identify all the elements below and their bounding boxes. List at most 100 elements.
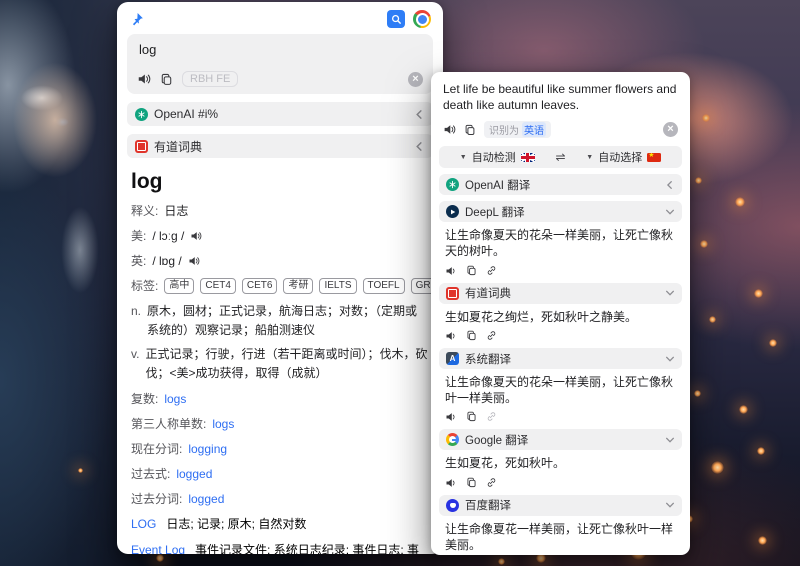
translation-window: Let life be beautiful like summer flower… <box>431 72 690 555</box>
tags-row: 标签: 高中 CET4 CET6 考研 IELTS TOEFL GRE <box>131 277 429 294</box>
phrase-row: LOG 日志; 记录; 原木; 自然对数 <box>131 515 429 533</box>
phonetic-uk: 英: / lɒg / <box>131 252 429 269</box>
query-input[interactable]: log RBH FE × <box>127 34 433 94</box>
result-actions <box>445 411 676 423</box>
detected-language-badge[interactable]: 识别为 英语 <box>484 121 551 138</box>
translation-result: 生如夏花，死如秋叶。 <box>445 456 676 472</box>
word-form-row: 复数: logs <box>131 390 429 407</box>
chevron-left-icon[interactable] <box>665 180 675 190</box>
source-text: Let life be beautiful like summer flower… <box>439 79 682 113</box>
translation-result: 让生命像夏花一样美丽，让死亡像秋叶一样美丽。 <box>445 522 676 553</box>
section-openai-label: OpenAI #i% <box>154 107 218 121</box>
speaker-icon[interactable] <box>445 477 457 489</box>
speaker-icon[interactable] <box>445 330 457 342</box>
chevron-down-icon[interactable] <box>665 207 675 217</box>
speaker-icon[interactable] <box>443 123 456 136</box>
translation-result: 让生命像夏天的花朵一样美丽，让死亡像秋天的树叶。 <box>445 228 676 259</box>
swap-languages-button[interactable]: ⇌ <box>555 150 565 164</box>
query-text[interactable]: log <box>139 42 421 57</box>
speaker-icon[interactable] <box>445 411 457 423</box>
link-icon[interactable] <box>486 411 497 423</box>
word-form-link[interactable]: logs <box>164 392 186 406</box>
link-icon[interactable] <box>486 330 497 342</box>
speaker-icon[interactable] <box>445 265 457 277</box>
pos-entry-noun: n. 原木，圆材；正式记录，航海日志；对数；（定期或系统的）观察记录；船舶测速仪 <box>131 302 429 339</box>
uk-flag-icon <box>521 153 535 162</box>
service-google[interactable]: Google 翻译 <box>439 429 682 450</box>
source-language-select[interactable]: ▼ 自动检测 <box>439 149 555 165</box>
exam-tag: TOEFL <box>363 278 405 294</box>
clear-input-button[interactable]: × <box>408 72 423 87</box>
dropdown-icon: ▼ <box>460 154 467 161</box>
copy-icon[interactable] <box>160 73 173 86</box>
openai-icon <box>135 108 148 121</box>
exam-tag: IELTS <box>319 278 356 294</box>
result-actions <box>445 330 676 342</box>
close-button[interactable]: × <box>663 122 678 137</box>
service-openai[interactable]: OpenAI 翻译 <box>439 174 682 195</box>
exam-tag: CET4 <box>200 278 236 294</box>
word-form-link[interactable]: logged <box>176 467 212 481</box>
dictionary-window: log RBH FE × OpenAI #i% <box>117 2 443 554</box>
chevron-down-icon[interactable] <box>665 354 675 364</box>
link-icon[interactable] <box>486 265 497 277</box>
translation-result: 生如夏花之绚烂，死如秋叶之静美。 <box>445 310 676 326</box>
link-icon[interactable] <box>486 477 497 489</box>
chevron-down-icon[interactable] <box>665 288 675 298</box>
pin-icon[interactable] <box>129 12 144 27</box>
openai-icon <box>446 178 459 191</box>
speaker-icon[interactable] <box>190 230 202 242</box>
copy-icon[interactable] <box>466 330 477 342</box>
copy-icon[interactable] <box>466 265 477 277</box>
pos-entry-verb: v. 正式记录；行驶，行进（若干距离或时间）；伐木，砍伐；<美>成功获得，取得（… <box>131 345 429 382</box>
target-language-select[interactable]: ▼ 自动选择 <box>566 149 682 165</box>
chevron-left-icon[interactable] <box>414 109 425 120</box>
exam-tag: 考研 <box>283 278 313 294</box>
system-translate-icon: A <box>446 352 459 365</box>
copy-icon[interactable] <box>466 477 477 489</box>
phrase-link[interactable]: Event Log <box>131 541 185 554</box>
word-form-row: 第三人称单数: logs <box>131 415 429 432</box>
section-openai[interactable]: OpenAI #i% <box>127 102 433 126</box>
exam-tag: CET6 <box>242 278 278 294</box>
section-youdao[interactable]: 有道词典 <box>127 134 433 158</box>
chevron-left-icon[interactable] <box>414 141 425 152</box>
section-youdao-label: 有道词典 <box>154 138 202 155</box>
speaker-icon[interactable] <box>137 72 151 86</box>
source-actions: 识别为 英语 × <box>443 121 678 138</box>
chevron-down-icon[interactable] <box>665 435 675 445</box>
word-form-link[interactable]: logs <box>212 417 234 431</box>
gloss: 日志 <box>164 202 188 219</box>
word-form-link[interactable]: logged <box>188 492 224 506</box>
baidu-icon <box>446 499 459 512</box>
deepl-icon <box>446 205 459 218</box>
copy-icon[interactable] <box>466 411 477 423</box>
exam-tag: 高中 <box>164 278 194 294</box>
window-titlebar <box>127 8 433 30</box>
chevron-down-icon[interactable] <box>665 500 675 510</box>
translation-result: 让生命像夏天的花朵一样美丽，让死亡像秋叶一样美丽。 <box>445 375 676 406</box>
word-form-row: 现在分词: logging <box>131 440 429 457</box>
word-form-link[interactable]: logging <box>188 442 227 456</box>
headword: log <box>131 170 429 194</box>
phonetic-us: 美: / lɔːg / <box>131 227 429 244</box>
dropdown-icon: ▼ <box>586 154 593 161</box>
service-system[interactable]: A 系统翻译 <box>439 348 682 369</box>
result-actions <box>445 265 676 277</box>
youdao-icon <box>446 287 459 300</box>
chrome-icon[interactable] <box>413 10 431 28</box>
youdao-icon <box>135 140 148 153</box>
word-form-row: 过去分词: logged <box>131 490 429 507</box>
service-youdao[interactable]: 有道词典 <box>439 283 682 304</box>
copy-icon[interactable] <box>464 124 476 136</box>
service-deepl[interactable]: DeepL 翻译 <box>439 201 682 222</box>
china-flag-icon <box>647 153 661 162</box>
dictionary-result: log 释义: 日志 美: / lɔːg / 英: / lɒg / <box>127 158 433 554</box>
phrase-row: Event Log 事件记录文件; 系统日志纪录; 事件日志; 事件记录 <box>131 541 429 554</box>
service-baidu[interactable]: 百度翻译 <box>439 495 682 516</box>
gloss-row: 释义: 日志 <box>131 202 429 219</box>
phrase-link[interactable]: LOG <box>131 515 156 533</box>
translator-app-icon[interactable] <box>387 10 405 28</box>
desktop: log RBH FE × OpenAI #i% <box>0 0 800 566</box>
speaker-icon[interactable] <box>188 255 200 267</box>
